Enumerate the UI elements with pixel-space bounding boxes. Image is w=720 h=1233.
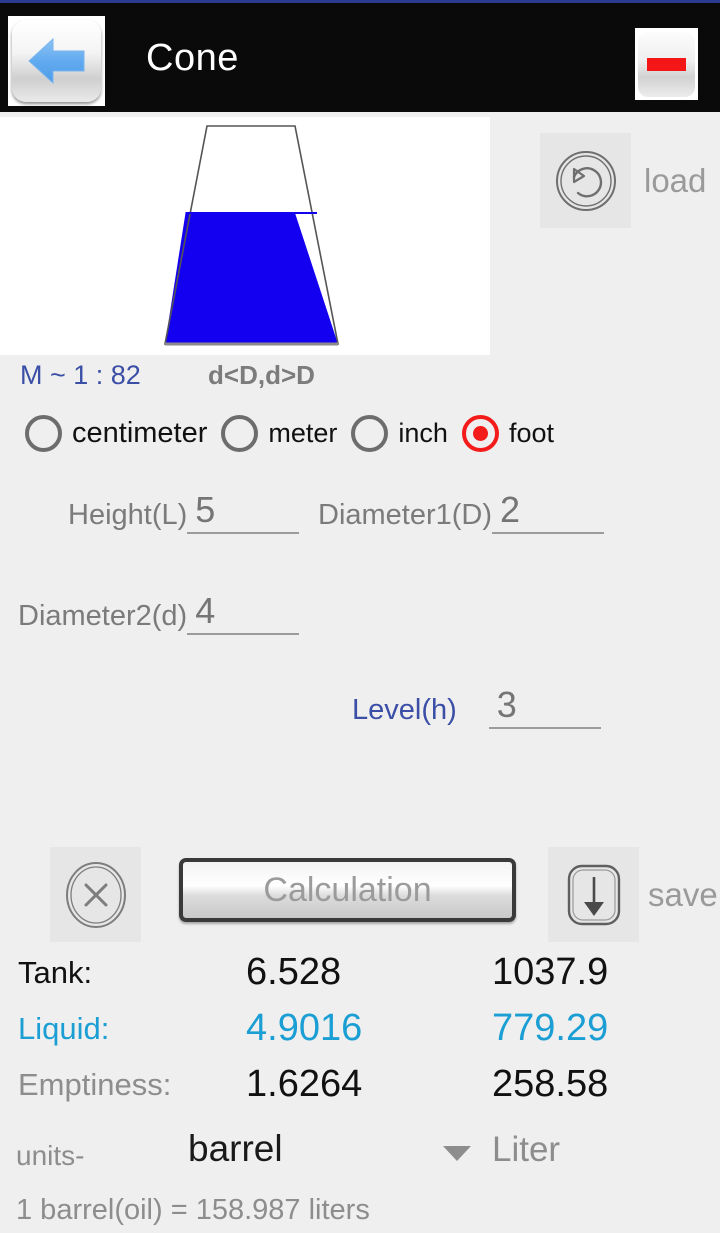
cone-tank-calculator-screen: Cone load M ~ 1: 82 d<D,d>D centimeter … [0,0,720,1233]
radio-icon-meter [221,414,259,452]
conversion-note: 1 barrel(oil) = 158.987 liters [16,1194,370,1226]
title-bar: Cone [0,0,720,112]
results-table: Tank: 6.528 1037.9 Liquid: 4.9016 779.29… [0,951,720,1123]
radio-icon-centimeter [25,414,62,452]
load-button[interactable] [540,133,631,228]
load-label: load [644,161,707,199]
table-row: Liquid: 4.9016 779.29 [0,1007,720,1067]
unit-radio-group: centimeter meter inch foot [25,408,705,458]
field-label-level: Level(h) [352,694,457,726]
calculate-button[interactable]: Calculation [179,858,516,922]
radio-option-meter[interactable]: meter [221,414,338,452]
units-row: units- barrel Liter [0,1128,720,1184]
table-row: Emptiness: 1.6264 258.58 [0,1063,720,1123]
minimize-icon [638,31,695,97]
result-tank-barrel: 6.528 [246,951,342,993]
page-title: Cone [146,37,239,79]
radio-label-meter: meter [268,417,338,448]
table-row: Tank: 6.528 1037.9 [0,951,720,1011]
undo-circle-icon [555,150,616,211]
tank-diagram[interactable] [0,117,490,355]
field-diameter1[interactable]: Diameter1(D) 2 [318,487,605,534]
field-height[interactable]: Height(L) 5 [68,487,300,534]
radio-label-foot: foot [508,417,554,448]
save-button[interactable] [548,847,639,942]
result-tank-liter: 1037.9 [492,951,609,993]
liquid-fill [165,213,338,344]
back-arrow-icon [12,20,101,102]
radio-label-inch: inch [398,417,448,448]
tank-diagram-svg [164,125,339,346]
field-label-diameter1: Diameter1(D) [318,499,493,531]
clear-button[interactable] [50,847,141,942]
result-emptiness-barrel: 1.6264 [246,1063,363,1105]
result-label-tank: Tank: [18,955,93,990]
chevron-down-icon[interactable] [443,1146,471,1161]
calculate-label: Calculation [263,870,432,909]
height-input[interactable]: 5 [187,487,300,534]
result-liquid-liter: 779.29 [492,1007,609,1049]
radio-option-foot[interactable]: foot [461,414,554,452]
save-control[interactable]: save [548,847,718,942]
clear-circle-x-icon [65,861,126,928]
units-prefix-label: units- [16,1140,85,1171]
field-level[interactable]: Level(h) 3 [352,682,601,729]
field-diameter2[interactable]: Diameter2(d) 4 [18,588,300,635]
radio-option-centimeter[interactable]: centimeter [25,414,208,452]
scale-ratio: M ~ 1 : 82 [20,360,141,390]
minimize-button[interactable] [635,28,698,100]
radio-label-centimeter: centimeter [72,416,208,449]
radio-icon-inch [351,414,389,452]
unit-dropdown[interactable]: barrel [188,1128,283,1170]
radio-icon-foot-selected [461,414,499,452]
back-button[interactable] [8,16,105,106]
radio-option-inch[interactable]: inch [351,414,448,452]
scale-row: M ~ 1 : 82 d<D,d>D [0,360,720,400]
save-label: save [648,875,718,913]
back-arrow-glyph [27,37,84,85]
diameter2-input[interactable]: 4 [187,588,300,635]
minimize-bar [647,57,686,71]
load-control[interactable]: load [540,133,706,228]
download-arrow-icon [567,864,620,925]
unit-second-label: Liter [492,1130,561,1169]
diameter1-input[interactable]: 2 [492,487,605,534]
result-label-emptiness: Emptiness: [18,1067,172,1102]
scale-note: d<D,d>D [208,360,315,390]
level-input[interactable]: 3 [488,682,601,729]
field-label-diameter2: Diameter2(d) [18,600,188,632]
field-label-height: Height(L) [68,499,188,531]
result-emptiness-liter: 258.58 [492,1063,609,1105]
result-label-liquid: Liquid: [18,1011,110,1046]
result-liquid-barrel: 4.9016 [246,1007,363,1049]
